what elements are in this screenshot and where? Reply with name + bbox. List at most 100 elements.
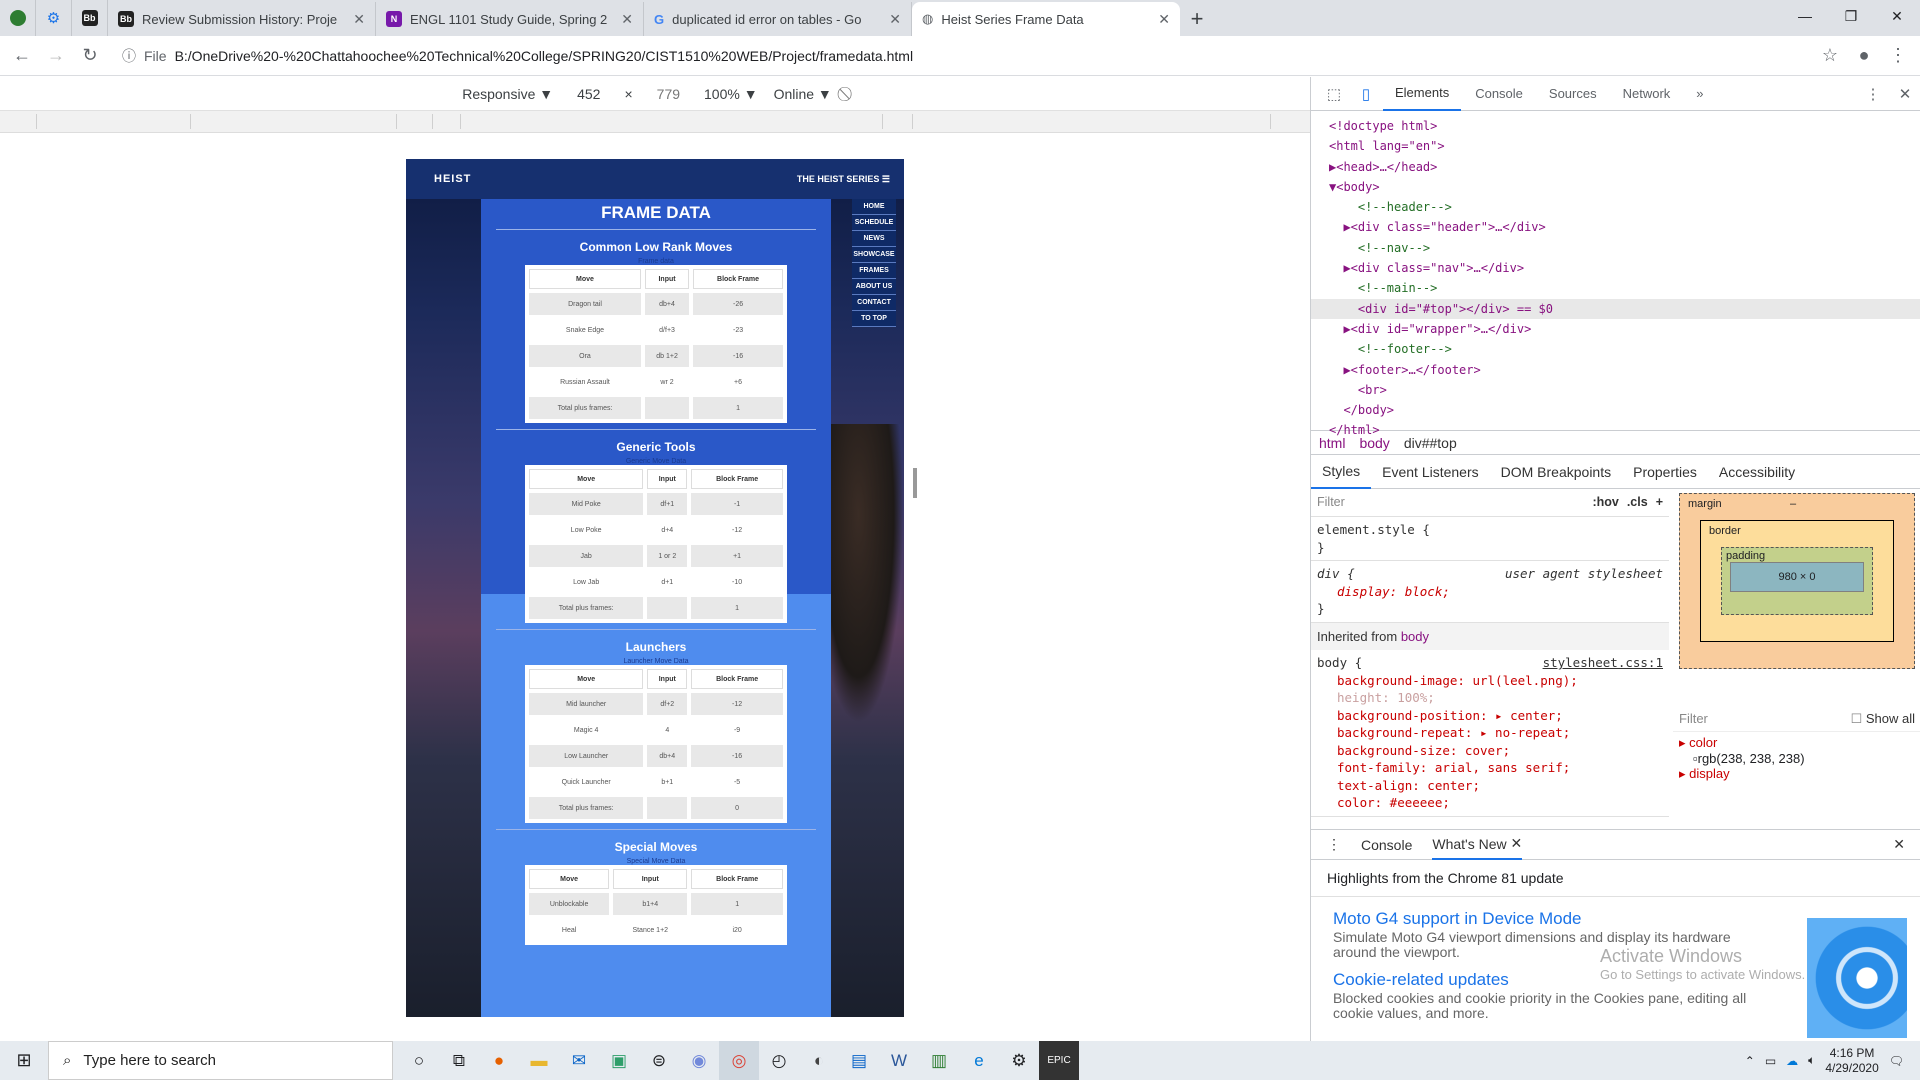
dom-node[interactable]: <!--footer--> [1329,339,1920,359]
subtab-properties[interactable]: Properties [1622,455,1708,489]
menu-icon[interactable]: ⋮ [1884,42,1912,70]
rule-property[interactable]: text-align: center; [1317,777,1663,795]
stylesheet-link[interactable]: stylesheet.css:1 [1543,654,1663,672]
subtab-event-listeners[interactable]: Event Listeners [1371,455,1490,489]
dom-node[interactable]: ▶<footer>…</footer> [1329,360,1920,380]
tab-network[interactable]: Network [1611,77,1683,111]
show-all-checkbox[interactable]: ☐ Show all [1851,711,1915,727]
nav-about[interactable]: ABOUT US [852,279,896,295]
dom-node[interactable]: <div id="#top"></div> == $0 [1311,298,1920,319]
minimize-button[interactable]: — [1782,0,1828,32]
rule-property[interactable]: font-family: arial, sans serif; [1317,759,1663,777]
bookmark-star-icon[interactable]: ☆ [1816,42,1844,70]
body-rule[interactable]: body {stylesheet.css:1 background-image: … [1311,650,1669,817]
dom-node[interactable]: ▶<div class="header">…</div> [1329,217,1920,237]
discord-icon[interactable]: ◉ [679,1041,719,1080]
site-logo[interactable]: HEIST [434,173,471,185]
rule-property[interactable]: background-size: cover; [1317,742,1663,760]
dom-node[interactable]: <!--header--> [1329,197,1920,217]
rule-property[interactable]: color: #eeeeee; [1317,794,1663,812]
dom-node[interactable]: </html> [1329,420,1920,440]
info-icon[interactable]: ⓘ [122,46,136,66]
taskbar-search[interactable]: ⌕ Type here to search [48,1041,393,1080]
nav-news[interactable]: NEWS [852,231,896,247]
rule-property[interactable]: background-repeat: ▸ no-repeat; [1317,724,1663,742]
element-style-rule[interactable]: element.style {} [1311,517,1669,561]
close-devtools-icon[interactable]: ✕ [1890,85,1920,103]
firefox-icon[interactable]: ● [479,1041,519,1080]
computed-filter[interactable]: Filter [1679,711,1708,727]
hov-button[interactable]: :hov [1592,494,1618,512]
address-bar[interactable]: ⓘ File B:/OneDrive%20-%20Chattahoochee%2… [110,41,1810,71]
drawer-tab-whats-new[interactable]: What's New ✕ [1432,830,1523,860]
rule-property[interactable]: height: 100%; [1317,689,1663,707]
controller-icon[interactable]: ⊜ [639,1041,679,1080]
close-icon[interactable]: ✕ [889,11,901,28]
rule-property[interactable]: background-position: ▸ center; [1317,707,1663,725]
mail-icon[interactable]: ✉ [559,1041,599,1080]
series-menu[interactable]: THE HEIST SERIES ☰ [797,174,890,185]
back-button[interactable]: ← [8,42,36,70]
chrome-icon[interactable]: ◎ [719,1041,759,1080]
edge-icon[interactable]: e [959,1041,999,1080]
notifications-icon[interactable]: 🗨︎ [1889,1054,1904,1068]
nav-frames[interactable]: FRAMES [852,263,896,279]
remote-desktop-icon[interactable]: ▤ [839,1041,879,1080]
drawer-tab-console[interactable]: Console [1361,837,1412,853]
device-mode-select[interactable]: Responsive ▼ [462,86,553,102]
forward-button[interactable]: → [42,42,70,70]
profile-icon[interactable]: ● [1850,42,1878,70]
computed-prop-color[interactable]: ▸ color [1679,735,1717,750]
rule-property[interactable]: background-image: url(leel.png); [1317,672,1663,690]
tab-sources[interactable]: Sources [1537,77,1609,111]
dom-node[interactable]: </body> [1329,400,1920,420]
dom-node[interactable]: ▶<div class="nav">…</div> [1329,258,1920,278]
tab-google-search[interactable]: Gduplicated id error on tables - Go ✕ [644,2,912,36]
dom-node[interactable]: <!--nav--> [1329,238,1920,258]
tab-review-submission[interactable]: Bb Review Submission History: Proje ✕ [108,2,376,36]
tray-expand-icon[interactable]: ⌃ [1745,1054,1755,1068]
inherited-element[interactable]: body [1401,629,1429,644]
nav-contact[interactable]: CONTACT [852,295,896,311]
styles-filter[interactable]: Filter:hov .cls + [1311,489,1669,517]
pinned-tab-2[interactable]: ⚙ [36,0,72,36]
subtab-accessibility[interactable]: Accessibility [1708,455,1806,489]
word-icon[interactable]: W [879,1041,919,1080]
task-view-icon[interactable]: ⧉ [439,1041,479,1080]
dom-node[interactable]: <!doctype html> [1329,116,1920,136]
device-toggle-icon[interactable]: ▯ [1351,85,1381,103]
computed-prop-display[interactable]: ▸ display [1679,766,1730,781]
close-icon[interactable]: ✕ [1158,11,1170,28]
device-width-input[interactable]: 452 [569,86,608,102]
tab-elements[interactable]: Elements [1383,77,1462,111]
settings-menu-icon[interactable]: ⋮ [1858,85,1888,103]
windows-start-icon[interactable]: ⊞ [0,1041,48,1080]
file-explorer-icon[interactable]: ▬ [519,1041,559,1080]
pinned-tab-1[interactable] [0,0,36,36]
media-query-ruler[interactable] [0,111,1310,133]
zoom-select[interactable]: 100% ▼ [704,86,758,102]
close-drawer-icon[interactable]: ✕ [1893,836,1920,853]
dom-node[interactable]: <br> [1329,380,1920,400]
tab-console[interactable]: Console [1463,77,1535,111]
tab-heist-frame-data[interactable]: ◍ Heist Series Frame Data ✕ [912,2,1180,36]
resize-handle-right[interactable] [913,468,917,498]
clock-app-icon[interactable]: ◴ [759,1041,799,1080]
add-rule-icon[interactable]: + [1656,494,1663,512]
media-app-icon[interactable]: ◐ [799,1041,839,1080]
drawer-menu-icon[interactable]: ⋮ [1327,836,1341,853]
nav-top[interactable]: TO TOP [852,311,896,327]
throttle-select[interactable]: Online ▼ [774,86,832,102]
pinned-tab-3[interactable]: Bb [72,0,108,36]
nav-home[interactable]: HOME [852,199,896,215]
nav-showcase[interactable]: SHOWCASE [852,247,896,263]
network-icon[interactable]: ▭ [1765,1054,1776,1068]
close-icon[interactable]: ✕ [621,11,633,28]
onedrive-icon[interactable]: ☁ [1786,1054,1798,1068]
cortana-icon[interactable]: ○ [399,1041,439,1080]
taskbar-clock[interactable]: 4:16 PM 4/29/2020 [1825,1046,1878,1076]
volume-icon[interactable]: 🔈︎ [1808,1053,1815,1068]
subtab-dom-breakpoints[interactable]: DOM Breakpoints [1490,455,1622,489]
tab-engl-study-guide[interactable]: N ENGL 1101 Study Guide, Spring 2 ✕ [376,2,644,36]
subtab-styles[interactable]: Styles [1311,455,1372,489]
